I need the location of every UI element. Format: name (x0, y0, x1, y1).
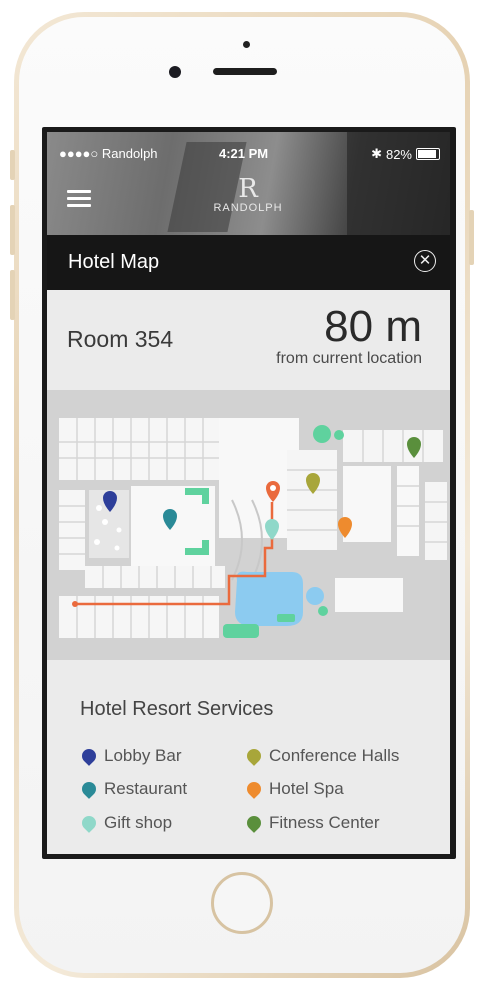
room-info-panel: Room 354 80 m from current location (47, 290, 450, 390)
power-button (469, 210, 474, 265)
legend-item-conference-halls[interactable]: Conference Halls (244, 746, 400, 766)
brand-mark: R (238, 174, 258, 204)
legend-label: Hotel Spa (269, 779, 344, 798)
legend-label: Restaurant (104, 779, 188, 798)
current-location-dot (72, 601, 78, 607)
distance-caption: from current location (276, 350, 422, 367)
map-pin-icon (79, 746, 99, 766)
battery-icon (416, 148, 440, 160)
legend-item-lobby-bar[interactable]: Lobby Bar (79, 746, 182, 766)
legend-label: Fitness Center (269, 813, 380, 832)
legend-item-gift-shop[interactable]: Gift shop (79, 813, 173, 833)
legend-label: Gift shop (104, 813, 173, 832)
legend-title: Hotel Resort Services (80, 698, 274, 720)
status-bar: ●●●●○ Randolph 4:21 PM ✱ 82% (47, 146, 450, 166)
legend-item-restaurant[interactable]: Restaurant (79, 779, 188, 799)
distance-value: 80 m (324, 302, 422, 351)
map-pin-icon (244, 746, 264, 766)
map-pin-icon (79, 779, 99, 799)
room-block (59, 418, 219, 480)
status-time: 4:21 PM (219, 146, 269, 161)
bluetooth-icon: ✱ (371, 146, 382, 161)
battery-indicator: ✱ 82% (371, 146, 440, 162)
page-title: Hotel Map (68, 251, 160, 273)
services-legend: Hotel Resort Services Lobby Bar Restaura… (47, 660, 450, 854)
title-bar: Hotel Map ✕ (47, 235, 450, 290)
close-icon[interactable]: ✕ (414, 250, 436, 272)
carrier-label: ●●●●○ Randolph (59, 146, 158, 161)
volume-up-button (10, 205, 15, 255)
brand-logo: R RANDOLPH (200, 176, 296, 214)
volume-down-button (10, 270, 15, 320)
hotel-floor-map[interactable] (47, 390, 450, 660)
room-label: Room 354 (67, 326, 174, 352)
legend-item-hotel-spa[interactable]: Hotel Spa (244, 779, 344, 799)
legend-label: Lobby Bar (104, 746, 182, 765)
floor-plan-svg (59, 418, 447, 638)
home-button[interactable] (211, 872, 273, 934)
proximity-sensor (243, 41, 250, 48)
brand-name: RANDOLPH (213, 202, 283, 214)
battery-percent: 82% (385, 146, 412, 162)
earpiece-speaker (213, 68, 277, 75)
legend-item-fitness-center[interactable]: Fitness Center (244, 813, 380, 833)
front-camera-icon (169, 66, 181, 78)
app-header-banner: ●●●●○ Randolph 4:21 PM ✱ 82% R RANDOLPH (47, 132, 450, 235)
mute-switch (10, 150, 15, 180)
map-pin-icon (244, 779, 264, 799)
hamburger-menu-icon[interactable] (67, 190, 91, 208)
app-screen: ●●●●○ Randolph 4:21 PM ✱ 82% R RANDOLPH … (47, 132, 450, 854)
legend-label: Conference Halls (269, 746, 400, 765)
map-pin-icon (79, 813, 99, 833)
map-pin-icon (244, 813, 264, 833)
